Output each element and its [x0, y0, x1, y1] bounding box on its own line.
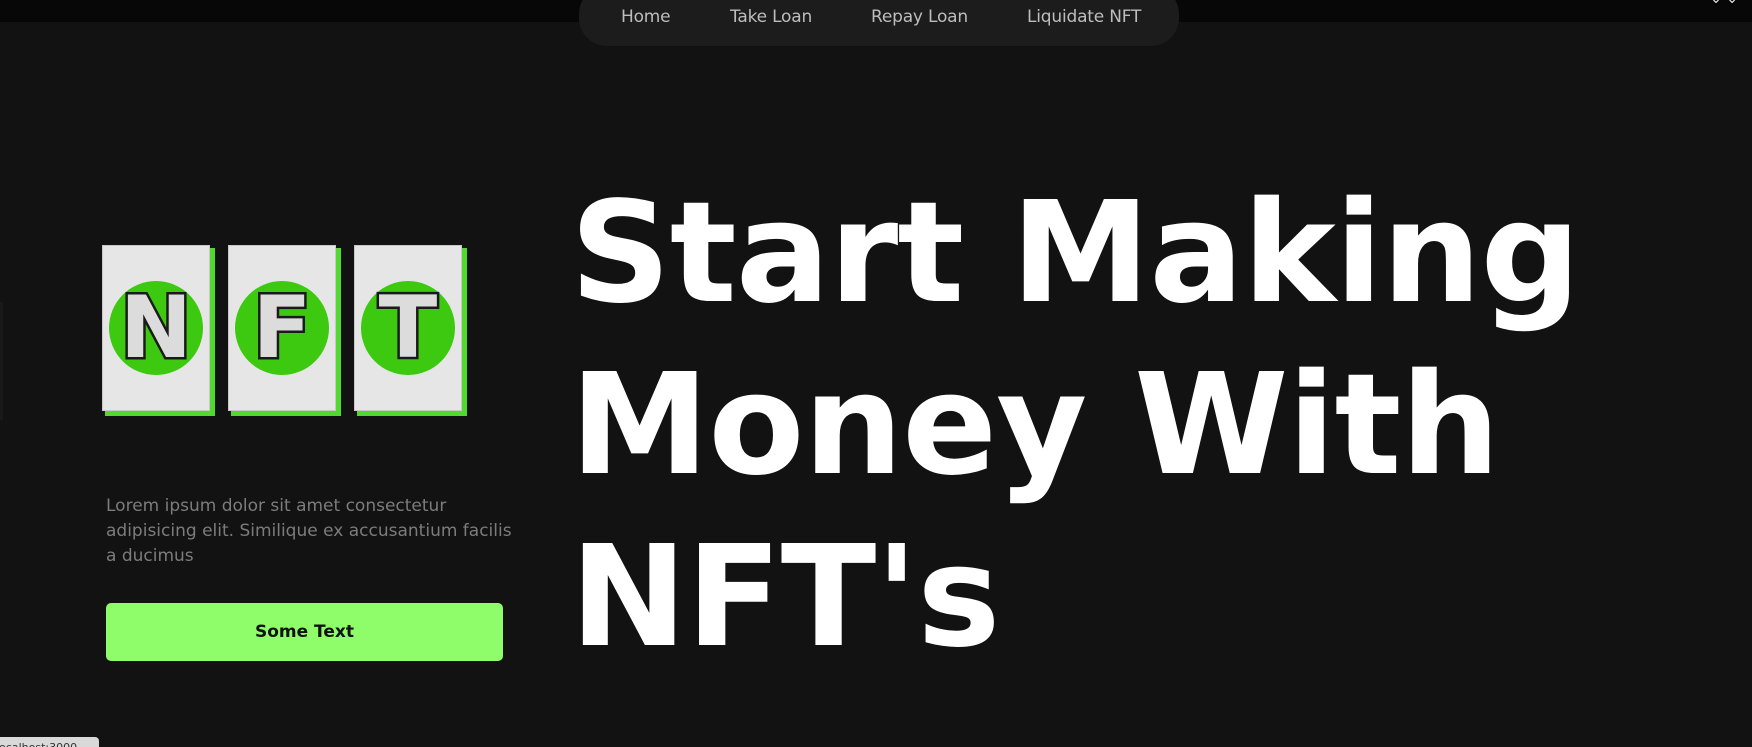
hero-headline: Start Making Money With NFT's: [570, 168, 1710, 684]
nav-take-loan[interactable]: Take Loan: [730, 7, 812, 27]
page-edge-divider: [0, 302, 3, 420]
nav-home[interactable]: Home: [621, 7, 671, 27]
logo-tile-n: N: [102, 245, 215, 416]
logo-letter: F: [250, 278, 314, 378]
hero-description: Lorem ipsum dolor sit amet consectetur a…: [106, 496, 512, 566]
cta-button[interactable]: Some Text: [106, 603, 503, 661]
headline-line-2: Money With: [570, 344, 1500, 507]
nav-liquidate-nft[interactable]: Liquidate NFT: [1027, 7, 1141, 27]
status-badge: localhost:3000: [0, 737, 99, 747]
page: ⌄ ⌄ Home Take Loan Repay Loan Liquidate …: [0, 0, 1752, 747]
headline-line-3: NFT's: [570, 516, 1001, 679]
wallet-icon[interactable]: ⌄ ⌄: [1710, 0, 1738, 6]
main-nav: Home Take Loan Repay Loan Liquidate NFT: [579, 0, 1179, 46]
logo-tile-t: T: [354, 245, 467, 416]
nav-repay-loan[interactable]: Repay Loan: [871, 7, 968, 27]
logo-letter: T: [376, 278, 440, 378]
nft-logo: N F T: [102, 245, 472, 417]
logo-letter: N: [118, 278, 195, 378]
logo-tile-f: F: [228, 245, 341, 416]
headline-line-1: Start Making: [570, 172, 1581, 335]
